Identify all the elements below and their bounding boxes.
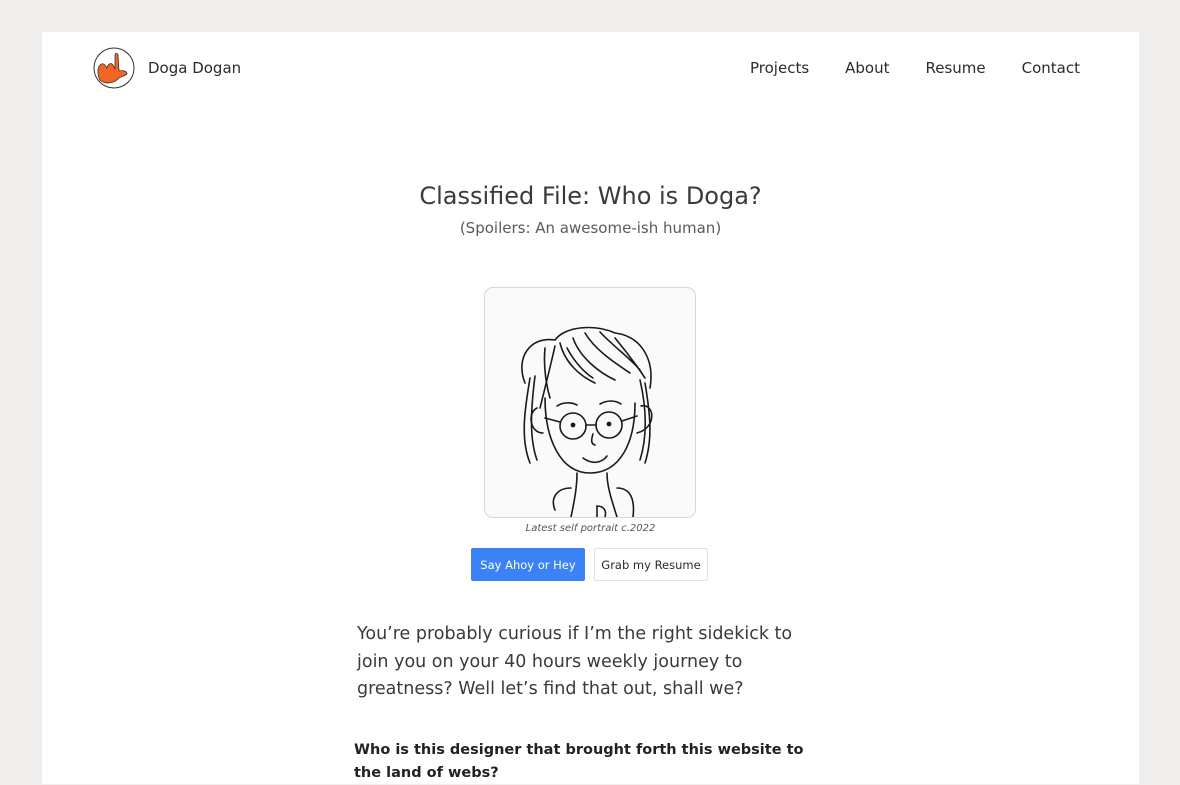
page-container: Doga Dogan Projects About Resume Contact… — [42, 32, 1139, 784]
say-ahoy-button[interactable]: Say Ahoy or Hey — [471, 548, 585, 581]
nav-projects[interactable]: Projects — [750, 59, 809, 77]
page-subtitle: (Spoilers: An awesome-ish human) — [459, 219, 722, 237]
portrait-sketch-illustration — [521, 326, 653, 517]
grab-resume-button[interactable]: Grab my Resume — [594, 548, 708, 581]
intro-paragraph: You’re probably curious if I’m the right… — [357, 624, 793, 699]
hand-gesture-logo-icon[interactable] — [93, 47, 135, 89]
nav-resume[interactable]: Resume — [926, 59, 986, 77]
section-question-heading: Who is this designer that brought forth … — [354, 742, 804, 781]
main-nav: Projects About Resume Contact — [750, 59, 1116, 77]
nav-contact[interactable]: Contact — [1022, 59, 1080, 77]
brand-name-link[interactable]: Doga Dogan — [148, 59, 241, 77]
nav-about[interactable]: About — [845, 59, 889, 77]
self-portrait-image — [484, 287, 696, 518]
portrait-caption: Latest self portrait c.2022 — [525, 523, 656, 534]
page-title: Classified File: Who is Doga? — [419, 182, 762, 210]
